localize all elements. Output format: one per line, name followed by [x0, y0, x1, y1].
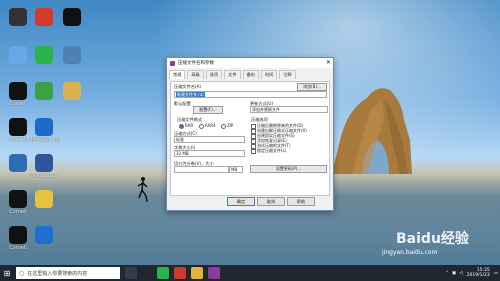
format-rar4-label: RAR4 — [205, 123, 216, 128]
format-rar[interactable]: RAR — [179, 123, 193, 129]
cancel-button[interactable]: 取消 — [257, 197, 285, 206]
tab-files[interactable]: 文件 — [224, 70, 241, 79]
profile-button[interactable]: 配置(F)... — [193, 106, 223, 114]
archive-app-icon — [170, 60, 175, 66]
app-icon — [9, 8, 27, 26]
desktop: CornellCornellMicrosoft EdgeWord 2016Cor… — [0, 0, 500, 281]
search-icon: ○ — [19, 269, 25, 277]
network-icon[interactable]: ▣ — [452, 271, 456, 276]
filename-value: 新建文件夹.rar — [176, 92, 206, 97]
method-select[interactable]: 标准 — [174, 136, 245, 143]
tab-advanced[interactable]: 高级 — [187, 70, 204, 79]
app-icon — [35, 226, 53, 244]
radio-icon — [221, 123, 226, 129]
clock[interactable]: 15:35 2019/1/23 — [467, 268, 490, 278]
format-zip[interactable]: ZIP — [221, 123, 233, 129]
desktop-icon-label: Microsoft Edge — [28, 137, 60, 143]
app-icon — [9, 154, 27, 172]
close-icon[interactable]: ✕ — [326, 59, 331, 67]
general-pane: 压缩文件名(A) 浏览(B)... 新建文件夹.rar 默认配置 配置(F)..… — [170, 81, 330, 196]
browse-button[interactable]: 浏览(B)... — [297, 83, 327, 91]
clock-date: 2019/1/23 — [466, 273, 490, 278]
checkbox-icon — [251, 148, 256, 154]
app-icon — [63, 8, 81, 26]
app-icon — [9, 82, 27, 100]
watermark-url: jingyan.baidu.com — [382, 249, 438, 256]
app-icon — [9, 226, 27, 244]
explorer-taskbar-icon[interactable] — [191, 267, 203, 279]
taskbar: ⊞ ○ 在这里输入你要搜索的内容 ⌃ ▣ ◁ 15:35 2019/1/23 ▭ — [0, 265, 500, 281]
app-icon — [9, 118, 27, 136]
notification-icon[interactable]: ▭ — [494, 271, 498, 276]
volume-icon[interactable]: ◁ — [459, 271, 462, 276]
filename-label: 压缩文件名(A) — [174, 84, 202, 89]
watermark-logo: Baidu经验 — [396, 231, 469, 247]
desktop-icon[interactable] — [56, 82, 88, 122]
volume-unit-select[interactable]: MB — [229, 166, 243, 173]
help-button[interactable]: 帮助 — [287, 197, 315, 206]
filename-field[interactable]: 新建文件夹.rar — [174, 91, 327, 98]
app-icon — [63, 46, 81, 64]
app-taskbar-icon[interactable] — [174, 267, 186, 279]
search-placeholder: 在这里输入你要搜索的内容 — [27, 270, 88, 277]
format-rar4[interactable]: RAR4 — [199, 123, 216, 129]
app-icon — [9, 46, 27, 64]
running-person — [137, 177, 148, 203]
app-icon — [35, 46, 53, 64]
ok-button[interactable]: 确定 — [227, 197, 255, 206]
tab-general[interactable]: 常规 — [169, 70, 186, 79]
winrar-taskbar-icon[interactable] — [208, 267, 220, 279]
search-box[interactable]: ○ 在这里输入你要搜索的内容 — [16, 267, 120, 279]
app-icon — [35, 8, 53, 26]
desktop-icon[interactable] — [56, 46, 88, 86]
desktop-icon[interactable] — [28, 190, 60, 230]
update-select[interactable]: 添加并替换文件 — [250, 106, 328, 113]
archive-dialog: 压缩文件名和参数 ✕ 常规 高级 选项 文件 备份 时间 注释 压缩文件名(A)… — [166, 57, 334, 211]
app-icon — [35, 118, 53, 136]
desktop-icon[interactable] — [56, 8, 88, 48]
radio-icon — [179, 123, 184, 129]
tab-options[interactable]: 选项 — [205, 70, 223, 79]
dialog-titlebar: 压缩文件名和参数 ✕ — [167, 58, 333, 68]
app-icon — [35, 154, 53, 172]
dialog-tabs: 常规 高级 选项 文件 备份 时间 注释 — [167, 68, 333, 79]
app-icon — [9, 190, 27, 208]
desktop-icon-label: Word 2016 — [30, 173, 58, 179]
system-tray: ⌃ ▣ ◁ 15:35 2019/1/23 ▭ — [445, 265, 498, 281]
option-lock-label: 锁定压缩文件(L) — [257, 148, 287, 153]
windows-start-icon[interactable]: ⊞ — [0, 265, 14, 281]
radio-icon — [199, 123, 204, 129]
tab-backup[interactable]: 备份 — [242, 70, 259, 79]
chevron-up-icon[interactable]: ⌃ — [445, 271, 449, 276]
app-icon — [35, 190, 53, 208]
app-icon — [35, 82, 53, 100]
rock-arch — [332, 88, 412, 174]
format-zip-label: ZIP — [227, 123, 234, 128]
desktop-icon[interactable]: Microsoft Edge — [28, 118, 60, 158]
tab-time[interactable]: 时间 — [260, 70, 278, 79]
tab-comment[interactable]: 注释 — [279, 70, 296, 79]
format-rar-label: RAR — [185, 123, 194, 128]
task-view-icon[interactable] — [125, 267, 137, 279]
set-password-button[interactable]: 设置密码(P)... — [250, 165, 327, 173]
dictionary-select[interactable]: 32 MB — [174, 150, 245, 157]
dialog-title: 压缩文件名和参数 — [178, 61, 214, 66]
profile-label: 默认配置 — [174, 101, 191, 106]
desktop-icon[interactable] — [28, 226, 60, 266]
wechat-taskbar-icon[interactable] — [157, 267, 169, 279]
app-icon — [63, 82, 81, 100]
volume-field[interactable] — [174, 166, 229, 173]
desktop-icon[interactable]: Word 2016 — [28, 154, 60, 194]
option-lock[interactable]: 锁定压缩文件(L) — [251, 148, 286, 154]
